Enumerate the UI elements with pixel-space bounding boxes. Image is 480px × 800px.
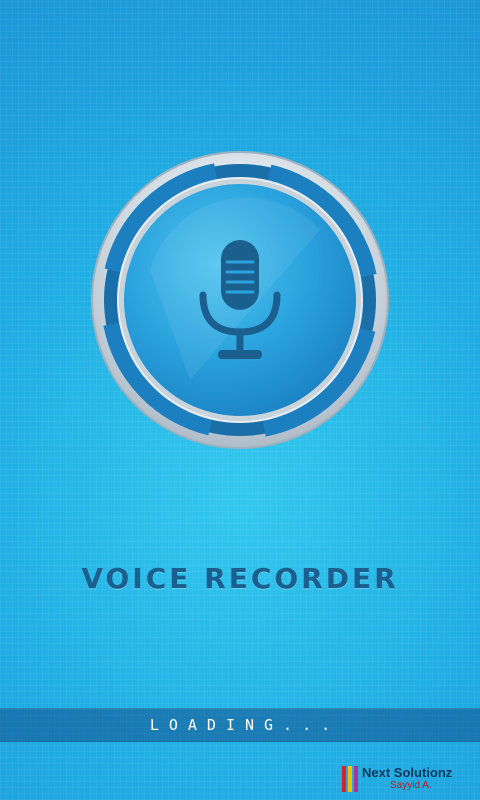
brand-name: Next Solutionz [362,765,453,780]
app-title: VOICE RECORDER [81,562,399,595]
loading-text: LOADING... [149,716,341,734]
loading-bar: LOADING... [0,708,480,742]
brand-stripes-icon [340,766,360,792]
microphone-logo [90,150,390,450]
brand-author: Sayyid A. [390,780,432,791]
brand-logo: Next Solutionz Sayyid A. [340,764,470,794]
